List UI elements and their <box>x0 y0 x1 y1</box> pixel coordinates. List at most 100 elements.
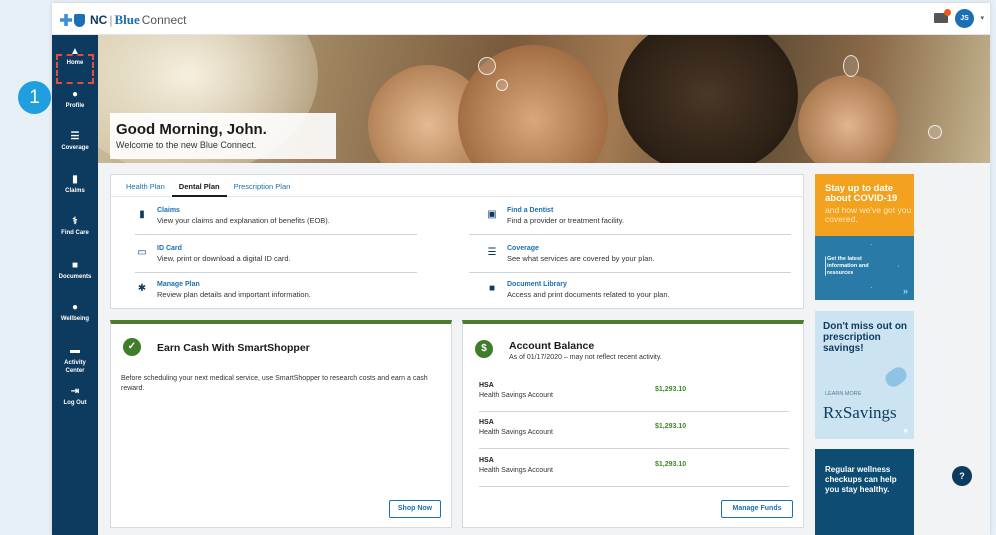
link-desc: Access and print documents related to yo… <box>507 290 670 299</box>
ad-headline: Regular wellness checkups can help you s… <box>825 465 897 494</box>
smartshopper-card: ✓ Earn Cash With SmartShopper Before sch… <box>110 320 452 528</box>
folder-icon: ■ <box>71 260 79 271</box>
link-title: Coverage <box>507 245 539 252</box>
hero-shape <box>798 75 898 163</box>
hero-shape <box>618 35 798 163</box>
card-subtitle: As of 01/17/2020 – may not reflect recen… <box>509 354 662 361</box>
id-card-icon: ▭ <box>137 247 147 258</box>
greeting-box: Good Morning, John. Welcome to the new B… <box>110 113 336 159</box>
callout-badge: 1 <box>18 81 51 114</box>
stethoscope-icon: ⚕ <box>72 216 78 227</box>
bubble <box>843 55 859 77</box>
account-row: HSA Health Savings Account $1,293.10 <box>479 419 789 449</box>
sidebar-item-activity-center[interactable]: ▬ Activity Center <box>52 346 98 375</box>
shop-now-button[interactable]: Shop Now <box>389 500 441 518</box>
smartshopper-icon: ✓ <box>123 338 141 356</box>
link-title: Find a Dentist <box>507 207 554 214</box>
app-window: NC | Blue Connect JS ▾ ▲ Home ● Profile ☰ C… <box>52 3 990 535</box>
sidebar-item-label: Claims <box>65 188 85 194</box>
brand-nc: NC <box>90 13 108 27</box>
tab-health-plan[interactable]: Health Plan <box>119 175 172 197</box>
link-title: Manage Plan <box>157 281 200 288</box>
document-icon: ▮ <box>139 209 145 220</box>
ad-headline: Don't miss out on prescription savings! <box>823 321 908 354</box>
manage-funds-button[interactable]: Manage Funds <box>721 500 793 518</box>
double-chevron-icon: » <box>902 425 908 435</box>
ad-cta-area: Get the latest information and resources… <box>815 236 914 300</box>
account-name: Health Savings Account <box>479 392 553 399</box>
page-title: Good Morning, John. <box>116 121 267 138</box>
sidebar-item-documents[interactable]: ■ Documents <box>52 260 98 281</box>
account-type: HSA <box>479 457 494 464</box>
sidebar-item-label: Coverage <box>61 145 89 151</box>
sidebar-item-label: Log Out <box>63 400 87 406</box>
account-amount: $1,293.10 <box>655 386 687 393</box>
apple-icon: ● <box>71 302 79 313</box>
account-name: Health Savings Account <box>479 429 553 436</box>
account-balance-card: $ Account Balance As of 01/17/2020 – may… <box>462 320 804 528</box>
rx-savings-logo: RxSavings <box>823 403 897 422</box>
sidebar-item-wellbeing[interactable]: ● Wellbeing <box>52 302 98 323</box>
ad-headline: Stay up to date about COVID-19 <box>825 183 898 204</box>
link-title: ID Card <box>157 245 182 252</box>
sidebar-item-log-out[interactable]: ⇥ Log Out <box>52 386 98 407</box>
cross-icon <box>60 14 72 26</box>
shield-icon <box>74 13 85 27</box>
account-type: HSA <box>479 419 494 426</box>
brand-blue: Blue <box>114 12 140 27</box>
sidebar-item-label: Wellbeing <box>60 316 90 322</box>
sidebar: ▲ Home ● Profile ☰ Coverage ▮ Claims ⚕ Find C… <box>52 35 98 535</box>
folder-icon: ■ <box>488 283 496 294</box>
link-desc: See what services are covered by your pl… <box>507 254 655 263</box>
ad-cta: Get the latest information and resources <box>827 256 869 276</box>
card-title: Earn Cash With SmartShopper <box>157 342 310 354</box>
link-desc: View your claims and explanation of bene… <box>157 216 330 225</box>
sidebar-item-claims[interactable]: ▮ Claims <box>52 175 98 195</box>
brand-logo[interactable]: NC | Blue Connect <box>60 12 186 28</box>
plan-tabs: Health Plan Dental Plan Prescription Pla… <box>111 175 803 197</box>
bubble <box>928 125 942 139</box>
chevron-down-icon[interactable]: ▾ <box>980 14 984 22</box>
sidebar-item-find-care[interactable]: ⚕ Find Care <box>52 216 98 237</box>
gear-icon: ✱ <box>137 283 147 294</box>
wellness-ad[interactable]: Regular wellness checkups can help you s… <box>815 449 914 535</box>
logout-icon: ⇥ <box>70 386 80 397</box>
sidebar-item-coverage[interactable]: ☰ Coverage <box>52 131 98 152</box>
account-row: HSA Health Savings Account $1,293.10 <box>479 382 789 412</box>
mail-icon[interactable] <box>934 9 951 23</box>
divider <box>135 234 417 235</box>
page-subtitle: Welcome to the new Blue Connect. <box>116 140 257 150</box>
link-desc: View, print or download a digital ID car… <box>157 254 291 263</box>
account-name: Health Savings Account <box>479 467 553 474</box>
account-amount: $1,293.10 <box>655 423 687 430</box>
building-icon: ▣ <box>487 209 497 220</box>
bubble <box>478 57 496 75</box>
profile-icon: ● <box>71 89 79 100</box>
divider <box>469 234 791 235</box>
pill-icon <box>882 364 910 390</box>
highlight-box <box>56 54 94 84</box>
help-button[interactable]: ? <box>952 466 972 486</box>
link-desc: Review plan details and important inform… <box>157 290 311 299</box>
link-title: Document Library <box>507 281 567 288</box>
card-body: Before scheduling your next medical serv… <box>121 375 428 392</box>
covid-ad[interactable]: Stay up to date about COVID-19 and how w… <box>815 174 914 300</box>
dollar-icon: $ <box>475 340 493 358</box>
list-icon: ☰ <box>70 131 80 142</box>
notification-dot <box>944 9 951 16</box>
ad-learn-more: LEARN MORE <box>825 391 862 397</box>
tab-prescription-plan[interactable]: Prescription Plan <box>227 175 298 197</box>
top-bar: NC | Blue Connect JS ▾ <box>52 3 990 35</box>
brand-connect: Connect <box>141 13 187 27</box>
bubble <box>496 79 508 91</box>
divider <box>469 272 791 273</box>
account-row: HSA Health Savings Account $1,293.10 <box>479 457 789 487</box>
avatar[interactable]: JS <box>955 9 974 28</box>
card-title: Account Balance <box>509 340 595 352</box>
tab-dental-plan[interactable]: Dental Plan <box>171 175 227 197</box>
link-desc: Find a provider or treatment facility. <box>507 216 624 225</box>
sidebar-item-label: Find Care <box>61 230 89 236</box>
sidebar-item-profile[interactable]: ● Profile <box>52 89 98 110</box>
rx-savings-ad[interactable]: Don't miss out on prescription savings! … <box>815 311 914 439</box>
card-icon: ▬ <box>70 345 80 356</box>
